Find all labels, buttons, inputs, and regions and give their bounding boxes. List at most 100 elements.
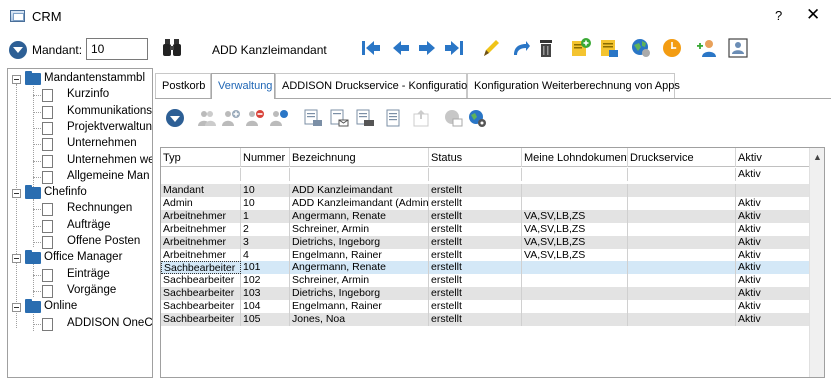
table-cell[interactable]: Arbeitnehmer (161, 222, 241, 236)
tree-leaf-item[interactable]: Vorgänge (8, 283, 152, 300)
table-cell[interactable]: Aktiv (736, 274, 809, 287)
table-cell[interactable] (628, 274, 736, 288)
table-cell[interactable]: Mandant (161, 184, 241, 197)
table-cell[interactable]: erstellt (429, 196, 522, 210)
scroll-up-icon[interactable]: ▲ (813, 152, 822, 162)
table-cell[interactable]: ADD Kanzleimandant (Admini (290, 196, 429, 210)
first-record-icon[interactable] (360, 37, 382, 59)
table-cell[interactable] (522, 274, 628, 288)
tab-konfiguration-weiterberechnung[interactable]: Konfiguration Weiterberechnung von Apps (467, 73, 680, 98)
table-cell[interactable]: 4 (241, 248, 290, 262)
table-cell[interactable]: Schreiner, Armin (290, 222, 429, 236)
export-icon[interactable] (411, 108, 431, 128)
table-cell[interactable]: erstellt (429, 274, 522, 288)
table-cell[interactable]: Aktiv (736, 236, 809, 249)
table-cell[interactable]: Aktiv (736, 223, 809, 236)
table-cell[interactable]: Engelmann, Rainer (290, 248, 429, 262)
add-user-icon[interactable] (696, 37, 718, 59)
table-cell[interactable]: 10 (241, 196, 290, 210)
table-row[interactable]: Arbeitnehmer 3 Dietrichs, Ingeborg erstellt… (161, 235, 809, 249)
table-cell[interactable]: erstellt (429, 300, 522, 314)
table-cell[interactable]: ADD Kanzleimandant (290, 184, 429, 197)
tree-leaf-item[interactable]: Einträge (8, 267, 152, 284)
table-cell[interactable]: VA,SV,LB,ZS (522, 222, 628, 236)
mandant-dropdown-icon[interactable] (9, 41, 27, 59)
table-cell[interactable] (628, 209, 736, 223)
dropdown-circle-icon[interactable] (165, 108, 185, 128)
tree-leaf-item[interactable]: ADDISON OneCl (8, 316, 152, 333)
table-cell[interactable] (290, 168, 429, 181)
table-cell[interactable] (628, 168, 736, 181)
grid-vertical-scrollbar[interactable]: ▲ (809, 148, 824, 377)
data-grid[interactable]: Typ Nummer Bezeichnung Status Meine Lohn… (160, 147, 825, 378)
table-cell[interactable]: Aktiv (736, 313, 809, 326)
table-cell[interactable]: 3 (241, 235, 290, 249)
table-cell[interactable] (628, 196, 736, 210)
table-cell[interactable] (429, 168, 522, 181)
last-record-icon[interactable] (443, 37, 465, 59)
globe-mail-icon[interactable] (443, 108, 463, 128)
table-cell[interactable]: erstellt (429, 248, 522, 262)
collapse-toggle-icon[interactable] (12, 189, 21, 199)
table-cell[interactable] (628, 184, 736, 197)
help-button[interactable]: ? (775, 8, 782, 23)
table-row[interactable]: Sachbearbeiter 102 Schreiner, Armin erstell… (161, 274, 809, 288)
tree-leaf-item[interactable]: Unternehmen we (8, 153, 152, 170)
table-cell[interactable]: 102 (241, 274, 290, 288)
table-cell[interactable]: erstellt (429, 287, 522, 301)
tree-folder-item[interactable]: Mandantenstammbl (8, 71, 152, 88)
collapse-toggle-icon[interactable] (12, 75, 21, 84)
table-cell[interactable]: Aktiv (736, 168, 809, 181)
table-cell[interactable] (628, 300, 736, 314)
table-row[interactable]: Arbeitnehmer 1 Angermann, Renate erstellt VA… (161, 209, 809, 223)
table-cell[interactable]: Engelmann, Rainer (290, 300, 429, 314)
table-cell[interactable] (628, 235, 736, 249)
contact-card-icon[interactable] (727, 37, 749, 59)
table-cell[interactable] (522, 196, 628, 210)
globe-icon[interactable] (630, 37, 652, 59)
table-cell[interactable]: 1 (241, 209, 290, 223)
close-button[interactable]: ✕ (806, 5, 820, 25)
table-cell[interactable]: Sachbearbeiter (161, 313, 241, 326)
collapse-toggle-icon[interactable] (12, 303, 21, 313)
form-icon[interactable] (598, 37, 620, 59)
mandant-input[interactable] (86, 38, 148, 60)
document-icon[interactable] (383, 108, 403, 128)
table-cell[interactable]: Arbeitnehmer (161, 248, 241, 262)
table-cell[interactable] (241, 168, 290, 181)
column-header-bezeichnung[interactable]: Bezeichnung (290, 148, 429, 167)
table-cell[interactable]: erstellt (429, 222, 522, 236)
table-cell[interactable]: 105 (241, 313, 290, 326)
table-row[interactable]: Sachbearbeiter 103 Dietrichs, Ingeborg erst… (161, 287, 809, 301)
add-user-group-icon[interactable] (221, 108, 241, 128)
table-cell[interactable]: Sachbearbeiter (161, 287, 241, 301)
table-row[interactable]: Admin 10 ADD Kanzleimandant (Admini erstell… (161, 196, 809, 210)
table-cell[interactable] (161, 168, 241, 181)
print-user-icon[interactable] (303, 108, 323, 128)
table-cell[interactable] (628, 261, 736, 275)
table-cell[interactable]: Jones, Noa (290, 313, 429, 326)
table-cell[interactable]: 101 (241, 261, 290, 275)
table-cell[interactable]: Angermann, Renate (290, 209, 429, 223)
column-header-druckservice[interactable]: Druckservice (628, 148, 736, 167)
table-cell[interactable]: VA,SV,LB,ZS (522, 248, 628, 262)
tab-druckservice-konfiguration[interactable]: ADDISON Druckservice - Konfiguration (275, 73, 473, 98)
table-cell[interactable]: 104 (241, 300, 290, 314)
table-cell[interactable]: Aktiv (736, 210, 809, 223)
tree-leaf-item[interactable]: Kurzinfo (8, 87, 152, 104)
table-cell[interactable]: 10 (241, 184, 290, 197)
previous-record-icon[interactable] (390, 37, 412, 59)
grid-filter-row[interactable]: Aktiv (161, 168, 809, 181)
table-row[interactable]: Arbeitnehmer 4 Engelmann, Rainer erstellt VA… (161, 248, 809, 262)
table-cell[interactable]: Schreiner, Armin (290, 274, 429, 288)
table-row[interactable]: Sachbearbeiter 104 Engelmann, Rainer erstel… (161, 300, 809, 314)
delete-trash-icon[interactable] (535, 37, 557, 59)
remove-user-group-icon[interactable] (245, 108, 265, 128)
mail-user-icon[interactable] (329, 108, 349, 128)
table-cell[interactable]: Aktiv (736, 249, 809, 262)
table-cell[interactable]: VA,SV,LB,ZS (522, 235, 628, 249)
table-cell[interactable] (522, 261, 628, 275)
table-cell[interactable] (628, 287, 736, 301)
table-cell[interactable] (628, 222, 736, 236)
table-row[interactable]: Mandant 10 ADD Kanzleimandant erstellt (161, 184, 809, 197)
